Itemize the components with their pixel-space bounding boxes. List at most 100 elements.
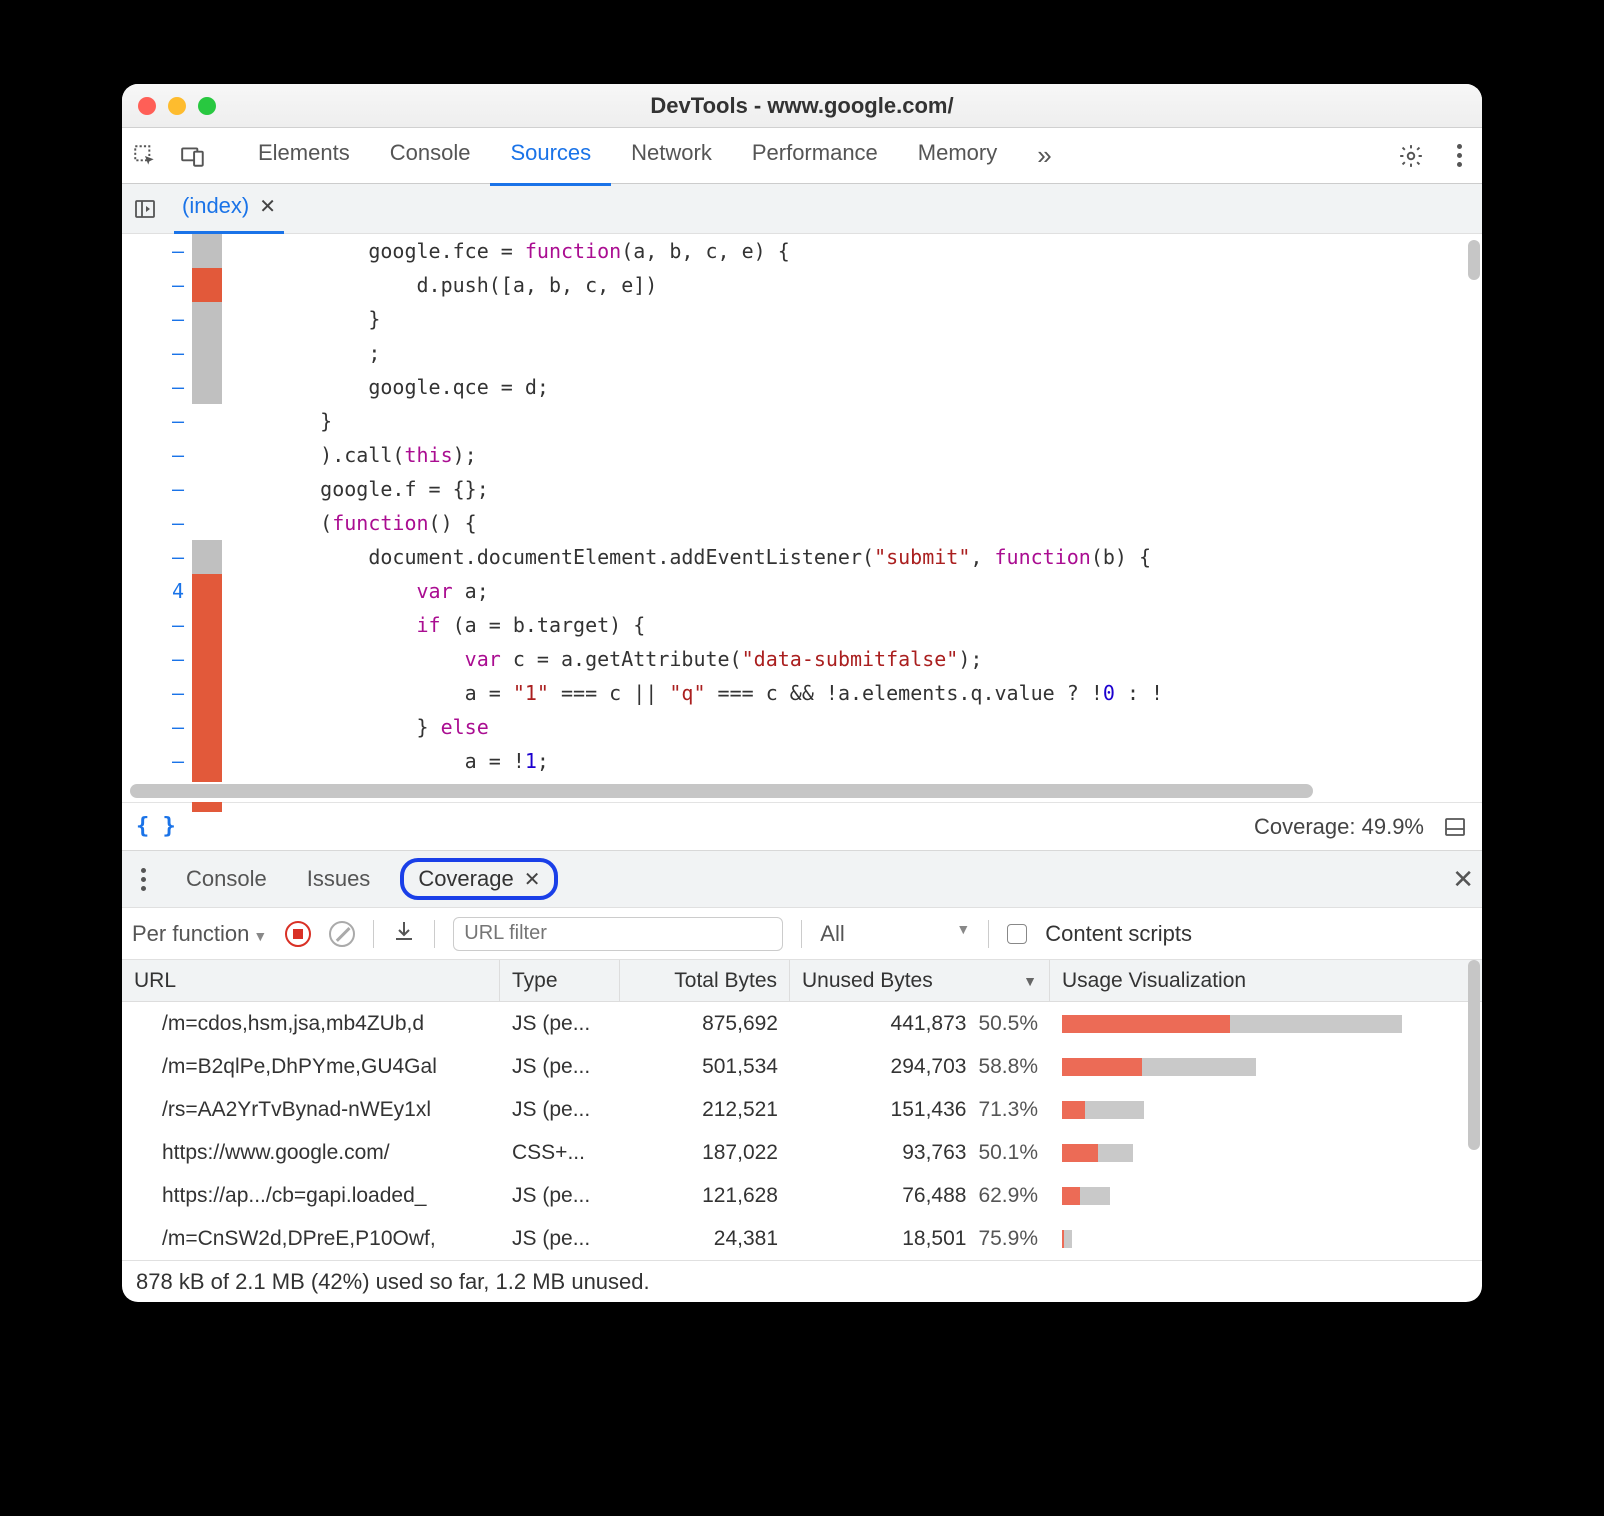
window-title: DevTools - www.google.com/ xyxy=(122,93,1482,119)
tab-console[interactable]: Console xyxy=(370,126,491,186)
inspect-element-icon[interactable] xyxy=(132,143,158,169)
code-vertical-scrollbar[interactable] xyxy=(1468,234,1480,782)
cell-total-bytes: 212,521 xyxy=(620,1098,790,1122)
file-tab-label: (index) xyxy=(182,193,249,219)
cell-usage-viz xyxy=(1050,1230,1482,1248)
cell-unused-bytes: 441,87350.5% xyxy=(790,1012,1050,1036)
cell-usage-viz xyxy=(1050,1058,1482,1076)
cell-type: JS (pe... xyxy=(500,1055,620,1079)
col-total-bytes[interactable]: Total Bytes xyxy=(620,960,790,1001)
tab-sources[interactable]: Sources xyxy=(490,126,611,186)
col-unused-label: Unused Bytes xyxy=(802,969,933,993)
cell-type: JS (pe... xyxy=(500,1098,620,1122)
table-row[interactable]: /m=CnSW2d,DPreE,P10Owf,JS (pe...24,38118… xyxy=(122,1217,1482,1260)
coverage-granularity-select[interactable]: Per function▼ xyxy=(132,921,267,947)
table-row[interactable]: /m=cdos,hsm,jsa,mb4ZUb,dJS (pe...875,692… xyxy=(122,1002,1482,1045)
coverage-vertical-scrollbar[interactable] xyxy=(1468,960,1480,1260)
coverage-table-header: URL Type Total Bytes Unused Bytes▼ Usage… xyxy=(122,960,1482,1002)
cell-type: JS (pe... xyxy=(500,1184,620,1208)
close-drawer-icon[interactable]: ✕ xyxy=(1452,864,1474,895)
source-code-text[interactable]: google.fce = function(a, b, c, e) { d.pu… xyxy=(192,234,1482,782)
source-code-panel: ––––––––––4–––––– google.fce = function(… xyxy=(122,234,1482,782)
cell-total-bytes: 121,628 xyxy=(620,1184,790,1208)
col-usage-viz[interactable]: Usage Visualization xyxy=(1050,960,1482,1001)
coverage-gutter xyxy=(192,234,222,782)
cell-url: https://ap.../cb=gapi.loaded_ xyxy=(122,1184,500,1208)
coverage-status-bar: 878 kB of 2.1 MB (42%) used so far, 1.2 … xyxy=(122,1260,1482,1302)
more-options-kebab-icon[interactable] xyxy=(1446,143,1472,169)
coverage-toolbar: Per function▼ All▼ Content scripts xyxy=(122,908,1482,960)
cell-usage-viz xyxy=(1050,1015,1482,1033)
cell-url: /rs=AA2YrTvBynad-nWEy1xl xyxy=(122,1098,500,1122)
cell-type: CSS+... xyxy=(500,1141,620,1165)
show-navigator-icon[interactable] xyxy=(132,196,158,222)
col-type[interactable]: Type xyxy=(500,960,620,1001)
coverage-percent-label: Coverage: 49.9% xyxy=(1254,814,1424,840)
drawer-more-icon[interactable] xyxy=(130,866,156,892)
table-row[interactable]: /rs=AA2YrTvBynad-nWEy1xlJS (pe...212,521… xyxy=(122,1088,1482,1131)
devtools-window: DevTools - www.google.com/ Elements Cons… xyxy=(122,84,1482,1302)
drawer-tab-console[interactable]: Console xyxy=(176,860,277,898)
drawer-tabs: Console Issues Coverage ✕ ✕ xyxy=(122,850,1482,908)
col-url[interactable]: URL xyxy=(122,960,500,1001)
title-bar: DevTools - www.google.com/ xyxy=(122,84,1482,128)
cell-url: /m=CnSW2d,DPreE,P10Owf, xyxy=(122,1227,500,1251)
tab-memory[interactable]: Memory xyxy=(898,126,1017,186)
toolbar-divider xyxy=(988,920,989,948)
type-filter-select[interactable]: All▼ xyxy=(820,921,970,947)
tab-performance[interactable]: Performance xyxy=(732,126,898,186)
cell-usage-viz xyxy=(1050,1144,1482,1162)
tab-elements[interactable]: Elements xyxy=(238,126,370,186)
cell-total-bytes: 24,381 xyxy=(620,1227,790,1251)
cell-unused-bytes: 76,48862.9% xyxy=(790,1184,1050,1208)
file-tab-index[interactable]: (index) ✕ xyxy=(174,183,284,234)
table-row[interactable]: https://ap.../cb=gapi.loaded_JS (pe...12… xyxy=(122,1174,1482,1217)
cell-total-bytes: 875,692 xyxy=(620,1012,790,1036)
stop-recording-icon[interactable] xyxy=(285,921,311,947)
cell-type: JS (pe... xyxy=(500,1012,620,1036)
col-unused-bytes[interactable]: Unused Bytes▼ xyxy=(790,960,1050,1001)
settings-gear-icon[interactable] xyxy=(1398,143,1424,169)
export-coverage-icon[interactable] xyxy=(392,918,416,950)
code-horizontal-scrollbar[interactable] xyxy=(122,782,1482,802)
close-file-tab-icon[interactable]: ✕ xyxy=(259,194,276,219)
cell-usage-viz xyxy=(1050,1101,1482,1119)
cell-total-bytes: 501,534 xyxy=(620,1055,790,1079)
main-toolbar: Elements Console Sources Network Perform… xyxy=(122,128,1482,184)
table-row[interactable]: /m=B2qlPe,DhPYme,GU4GalJS (pe...501,5342… xyxy=(122,1045,1482,1088)
cell-url: /m=B2qlPe,DhPYme,GU4Gal xyxy=(122,1055,500,1079)
drawer-tab-issues[interactable]: Issues xyxy=(297,860,381,898)
content-scripts-label: Content scripts xyxy=(1045,921,1192,947)
close-coverage-tab-icon[interactable]: ✕ xyxy=(524,867,541,892)
cell-url: /m=cdos,hsm,jsa,mb4ZUb,d xyxy=(122,1012,500,1036)
cell-url: https://www.google.com/ xyxy=(122,1141,500,1165)
toolbar-divider xyxy=(373,920,374,948)
cell-usage-viz xyxy=(1050,1187,1482,1205)
show-debugger-icon[interactable] xyxy=(1442,814,1468,840)
cell-total-bytes: 187,022 xyxy=(620,1141,790,1165)
content-scripts-checkbox[interactable] xyxy=(1007,924,1027,944)
line-number-gutter[interactable]: ––––––––––4–––––– xyxy=(122,234,192,782)
drawer-tab-coverage-label: Coverage xyxy=(418,866,513,892)
table-row[interactable]: https://www.google.com/CSS+...187,02293,… xyxy=(122,1131,1482,1174)
type-filter-label: All xyxy=(820,921,844,947)
drawer-tab-coverage[interactable]: Coverage ✕ xyxy=(400,858,558,900)
more-tabs-icon[interactable]: » xyxy=(1017,126,1071,186)
cell-unused-bytes: 151,43671.3% xyxy=(790,1098,1050,1122)
url-filter-input[interactable] xyxy=(453,917,783,951)
clear-coverage-icon[interactable] xyxy=(329,921,355,947)
source-info-bar: { } Coverage: 49.9% xyxy=(122,802,1482,850)
pretty-print-icon[interactable]: { } xyxy=(136,814,176,839)
coverage-summary-text: 878 kB of 2.1 MB (42%) used so far, 1.2 … xyxy=(136,1269,650,1295)
coverage-table: URL Type Total Bytes Unused Bytes▼ Usage… xyxy=(122,960,1482,1260)
granularity-label: Per function xyxy=(132,921,249,946)
cell-unused-bytes: 18,50175.9% xyxy=(790,1227,1050,1251)
cell-unused-bytes: 294,70358.8% xyxy=(790,1055,1050,1079)
device-toolbar-icon[interactable] xyxy=(180,143,206,169)
coverage-table-body: /m=cdos,hsm,jsa,mb4ZUb,dJS (pe...875,692… xyxy=(122,1002,1482,1260)
cell-type: JS (pe... xyxy=(500,1227,620,1251)
sources-file-tabs: (index) ✕ xyxy=(122,184,1482,234)
toolbar-divider xyxy=(434,920,435,948)
main-panel-tabs: Elements Console Sources Network Perform… xyxy=(238,126,1072,186)
tab-network[interactable]: Network xyxy=(611,126,732,186)
